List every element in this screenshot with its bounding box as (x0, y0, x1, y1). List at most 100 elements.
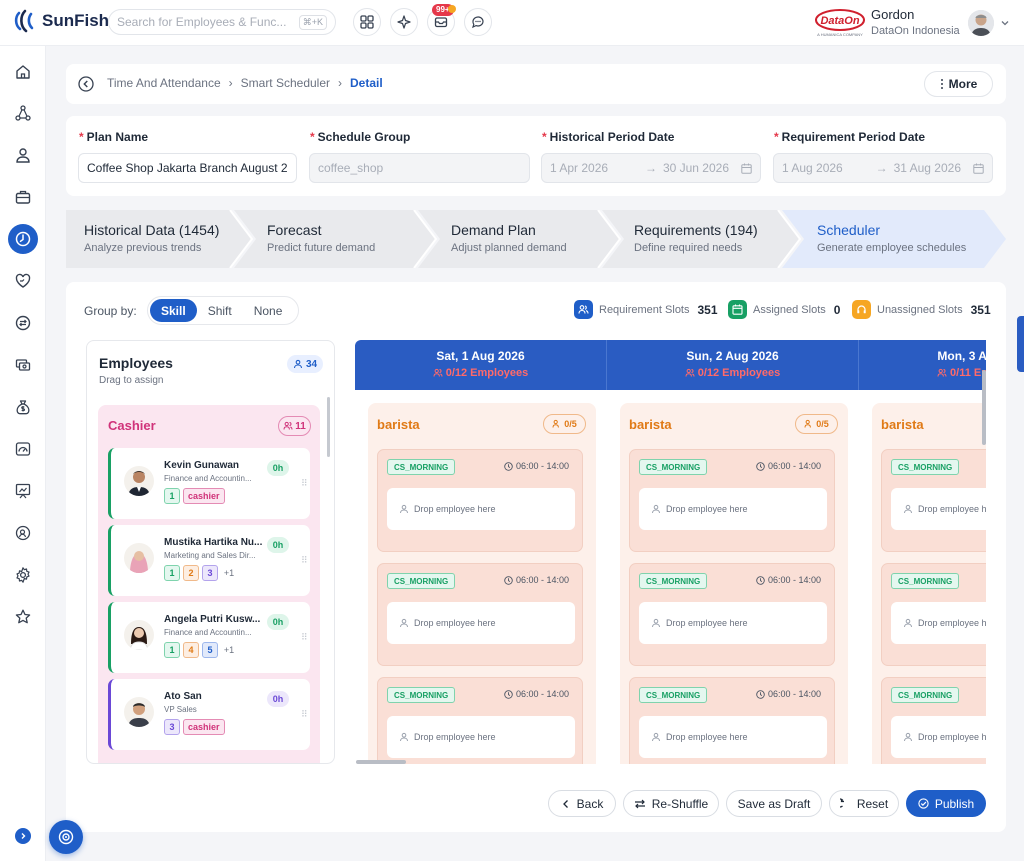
drag-handle-icon[interactable]: ⠿ (301, 478, 308, 489)
drop-zone[interactable]: Drop employee here (387, 488, 575, 530)
group-by-shift[interactable]: Shift (197, 299, 243, 322)
clock-icon (756, 689, 765, 699)
skill-chip: 5 (202, 642, 218, 658)
chat-button[interactable] (464, 8, 492, 36)
sidebar-item-learning[interactable] (8, 476, 38, 506)
employees-scrollbar[interactable] (327, 397, 330, 457)
user-avatar[interactable] (968, 10, 994, 36)
inbox-icon (434, 17, 448, 28)
step-scheduler-title[interactable]: Scheduler (817, 222, 880, 238)
user-avatar-icon (968, 10, 994, 36)
search-input[interactable]: Search for Employees & Func... ⌘+K (108, 9, 336, 35)
sunfish-logo[interactable]: SunFish (14, 9, 109, 33)
drop-zone[interactable]: Drop employee here (639, 488, 827, 530)
drop-zone[interactable]: Drop employee here (891, 716, 986, 758)
requirement-start: 1 Aug 2026 (782, 161, 843, 175)
employee-card[interactable]: Angela Putri Kusw... Finance and Account… (108, 602, 310, 673)
dataon-tagline: A HUMANICA COMPANY (817, 32, 863, 37)
sidebar-expand-button[interactable] (15, 828, 31, 844)
employee-card[interactable]: Mustika Hartika Nu... Marketing and Sale… (108, 525, 310, 596)
skill-group-title: Cashier (108, 418, 156, 433)
plan-name-input[interactable]: Coffee Shop Jakarta Branch August 2 (78, 153, 297, 183)
sidebar-item-employment[interactable] (8, 182, 38, 212)
shift-tag: CS_MORNING (639, 573, 708, 589)
employee-skills: 1 2 3 +1 (164, 565, 237, 581)
sidebar-item-performance[interactable] (8, 434, 38, 464)
grid-icon (360, 15, 374, 29)
ai-assistant-button[interactable] (390, 8, 418, 36)
schedule-horizontal-scrollbar[interactable] (356, 760, 406, 764)
employee-card[interactable]: Kevin Gunawan Finance and Accountin... 0… (108, 448, 310, 519)
assistant-fab[interactable] (49, 820, 83, 854)
sidebar-item-organization[interactable] (8, 98, 38, 128)
users-icon (685, 368, 695, 377)
breadcrumb-separator: › (338, 76, 343, 90)
employee-skills: 3 cashier (164, 719, 225, 735)
step-demand-title[interactable]: Demand Plan (451, 222, 536, 238)
sidebar-item-favorites[interactable] (8, 602, 38, 632)
reshuffle-button[interactable]: Re-Shuffle (623, 790, 719, 817)
day-date: Mon, 3 Aug 2026 (937, 349, 986, 363)
sidebar-item-loans[interactable] (8, 392, 38, 422)
drag-handle-icon[interactable]: ⠿ (301, 709, 308, 720)
publish-button[interactable]: Publish (906, 790, 986, 817)
search-shortcut: ⌘+K (298, 14, 327, 30)
breadcrumb-time-attendance[interactable]: Time And Attendance (107, 76, 221, 90)
drop-zone[interactable]: Drop employee here (639, 716, 827, 758)
step-forecast-title[interactable]: Forecast (267, 222, 321, 238)
user-icon (400, 732, 408, 742)
calendar-icon (973, 163, 984, 174)
drag-handle-icon[interactable]: ⠿ (301, 555, 308, 566)
users-icon (937, 368, 947, 377)
step-requirements-title[interactable]: Requirements (194) (634, 222, 758, 238)
step-historical-subtitle: Analyze previous trends (84, 242, 202, 254)
user-icon (652, 504, 660, 514)
side-panel-tab[interactable] (1017, 316, 1024, 372)
breadcrumb: Time And Attendance › Smart Scheduler › … (107, 76, 383, 90)
chat-icon (472, 16, 484, 29)
user-icon (652, 732, 660, 742)
sidebar-item-time-attendance[interactable] (8, 224, 38, 254)
shift-time: 06:00 - 14:00 (756, 575, 821, 585)
breadcrumb-smart-scheduler[interactable]: Smart Scheduler (241, 76, 330, 90)
drop-zone[interactable]: Drop employee here (387, 716, 575, 758)
step-forecast-bg (234, 210, 436, 268)
schedule-vertical-scrollbar[interactable] (982, 370, 986, 445)
sidebar-item-benefits[interactable] (8, 266, 38, 296)
drop-zone[interactable]: Drop employee here (891, 488, 986, 530)
gear-icon (16, 567, 30, 583)
drop-zone[interactable]: Drop employee here (387, 602, 575, 644)
clock-icon (15, 231, 31, 247)
sidebar-item-profile[interactable] (8, 140, 38, 170)
top-bar: SunFish Search for Employees & Func... ⌘… (0, 0, 1024, 46)
day-header: Sat, 1 Aug 2026 0/12 Employees (355, 340, 607, 390)
group-by-skill[interactable]: Skill (150, 299, 197, 322)
apps-button[interactable] (353, 8, 381, 36)
sidebar-item-expenses[interactable] (8, 350, 38, 380)
back-button[interactable]: Back (548, 790, 616, 817)
user-search-icon (15, 525, 31, 541)
schedule-grid: Sat, 1 Aug 2026 0/12 Employees Sun, 2 Au… (355, 340, 986, 764)
user-name[interactable]: Gordon (871, 7, 914, 22)
sidebar-item-home[interactable] (8, 57, 38, 87)
chevron-down-icon[interactable] (1000, 18, 1010, 28)
sidebar-item-settings[interactable] (8, 560, 38, 590)
drop-zone[interactable]: Drop employee here (891, 602, 986, 644)
drop-zone[interactable]: Drop employee here (639, 602, 827, 644)
reset-button[interactable]: Reset (829, 790, 899, 817)
sidebar-item-recruitment[interactable] (8, 518, 38, 548)
step-historical-title[interactable]: Historical Data (1454) (84, 222, 219, 238)
inbox-button[interactable]: 99+ (427, 4, 456, 36)
shift-tag: CS_MORNING (639, 687, 708, 703)
drag-handle-icon[interactable]: ⠿ (301, 632, 308, 643)
sidebar-item-payroll[interactable] (8, 308, 38, 338)
role-count: 0/5 (543, 414, 586, 434)
save-draft-button[interactable]: Save as Draft (726, 790, 822, 817)
user-icon (904, 504, 912, 514)
group-by-none[interactable]: None (243, 299, 294, 322)
more-button[interactable]: More (924, 71, 993, 97)
shift-tag: CS_MORNING (387, 459, 456, 475)
employee-card[interactable]: Ato San VP Sales 0h ⠿ 3 cashier (108, 679, 310, 750)
back-arrow-icon[interactable] (78, 76, 94, 92)
step-forecast-subtitle: Predict future demand (267, 242, 376, 254)
